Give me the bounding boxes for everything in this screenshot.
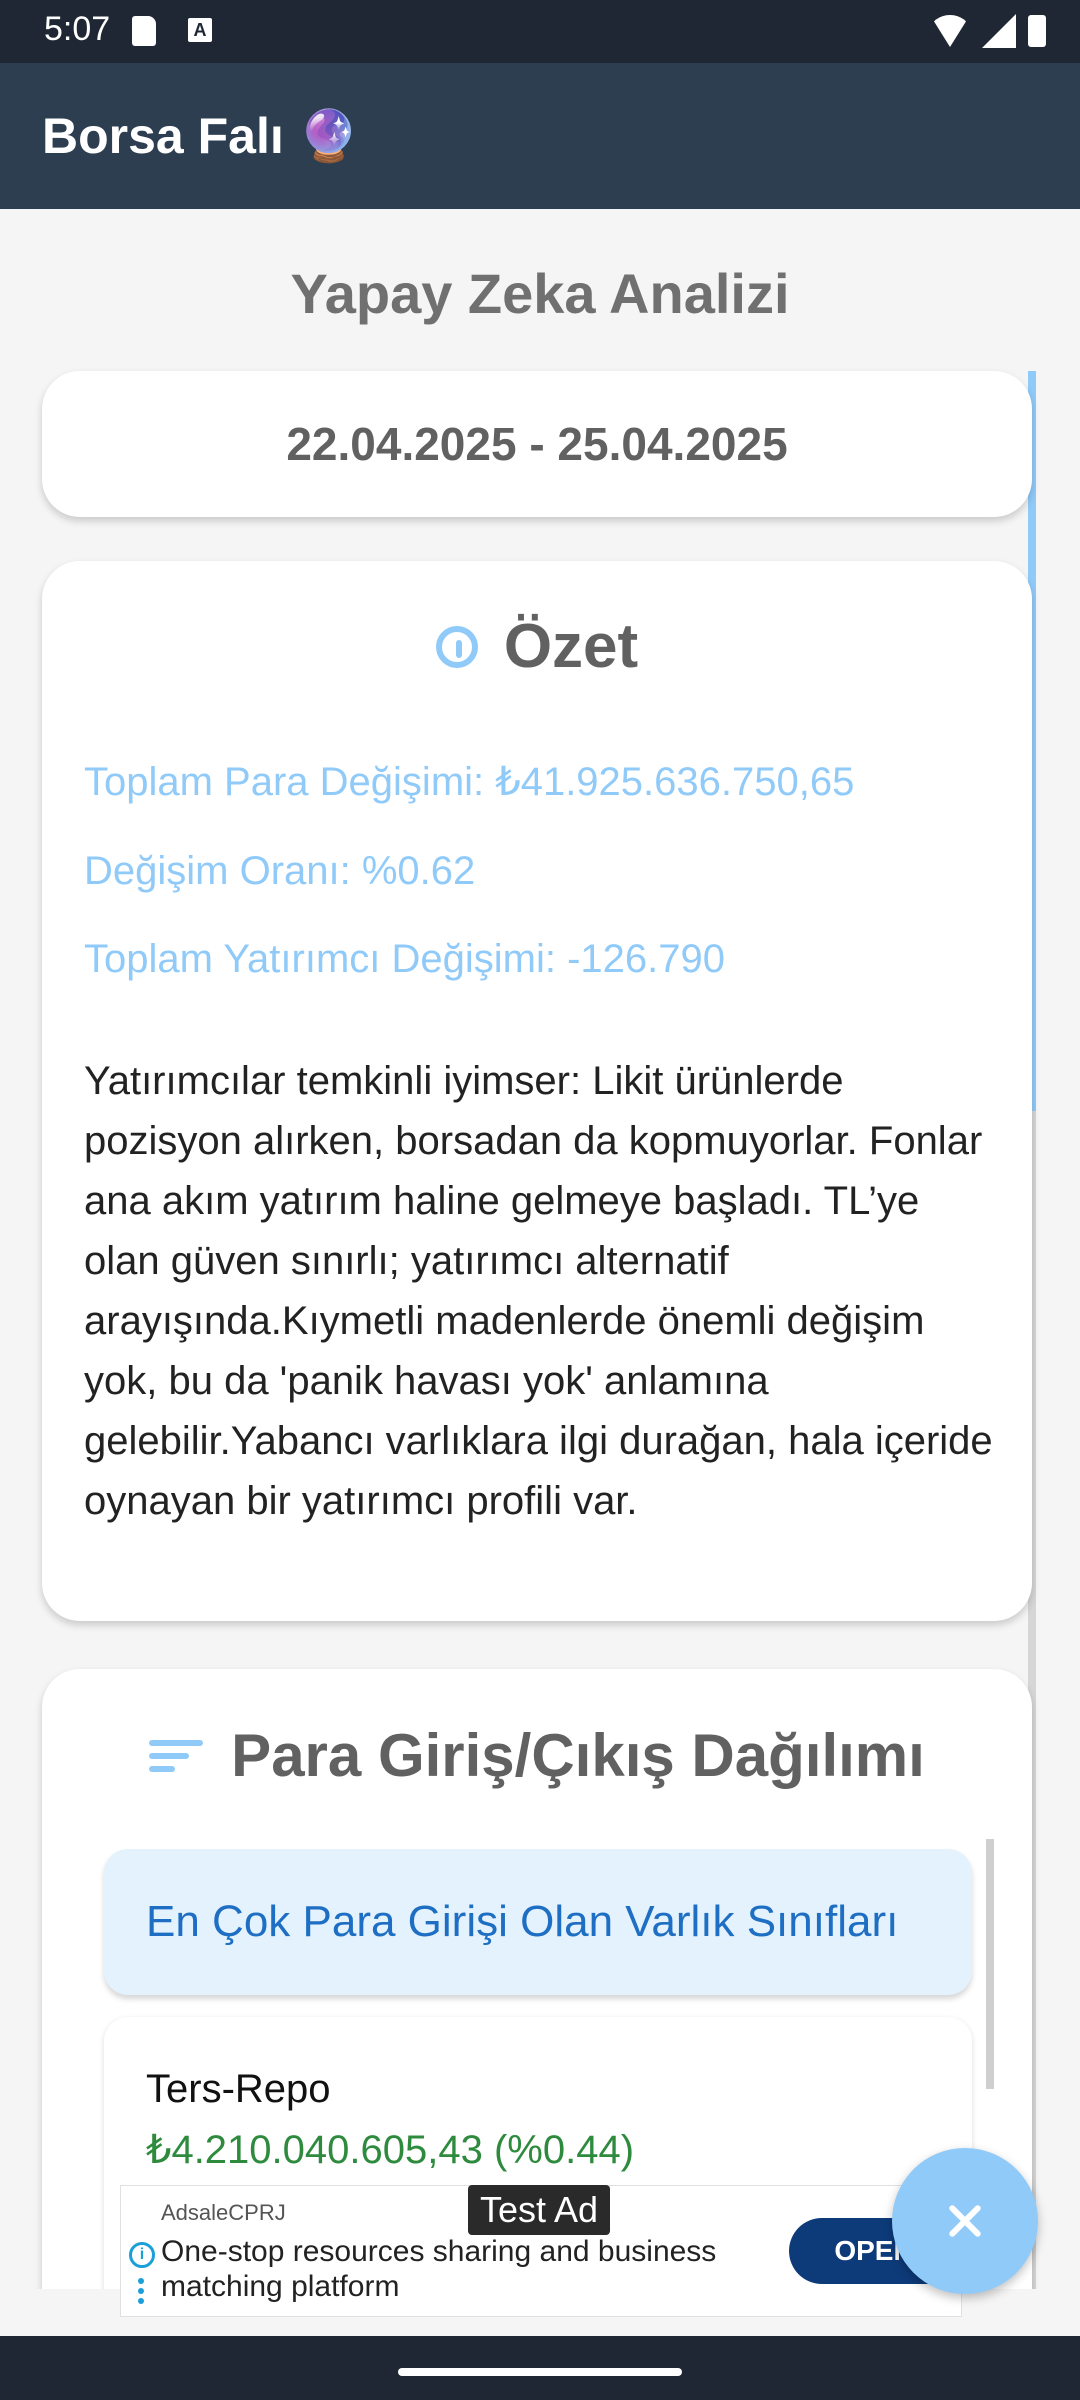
summary-title: Özet <box>503 612 639 681</box>
status-icons <box>930 14 1046 48</box>
main-content[interactable]: Yapay Zeka Analizi 22.04.2025 - 25.04.20… <box>0 209 1080 2289</box>
info-icon <box>435 625 478 668</box>
a-badge-icon: A <box>188 18 212 42</box>
total-money-change: Toplam Para Değişimi: ₺41.925.636.750,65 <box>84 760 855 804</box>
ad-more-icon[interactable] <box>138 2278 144 2304</box>
inner-scrollbar[interactable] <box>986 1839 994 2089</box>
sd-card-icon <box>132 16 156 46</box>
summary-header: Özet <box>42 611 1032 682</box>
asset-value: ₺4.210.040.605,43 (%0.44) <box>146 2128 635 2172</box>
date-range-card: 22.04.2025 - 25.04.2025 <box>42 371 1032 517</box>
sort-icon <box>149 1739 204 1772</box>
app-bar: Borsa Falı 🔮 <box>0 63 1080 209</box>
battery-icon <box>1028 15 1046 47</box>
close-fab-button[interactable] <box>892 2148 1038 2294</box>
wifi-icon <box>930 15 970 47</box>
asset-name: Ters-Repo <box>146 2067 331 2111</box>
signal-icon <box>982 14 1016 48</box>
status-time: 5:07 <box>44 10 111 48</box>
page-title: Yapay Zeka Analizi <box>290 262 790 325</box>
date-range-text: 22.04.2025 - 25.04.2025 <box>286 418 788 470</box>
ad-info-icon[interactable]: i <box>129 2242 155 2268</box>
summary-text: Yatırımcılar temkinli iyimser: Likit ürü… <box>84 1059 993 1523</box>
ad-source: AdsaleCPRJ <box>161 2200 286 2225</box>
summary-card: Özet Toplam Para Değişimi: ₺41.925.636.7… <box>42 561 1032 1621</box>
test-ad-label: Test Ad <box>468 2185 610 2235</box>
top-inflow-tab-label: En Çok Para Girişi Olan Varlık Sınıfları <box>146 1897 899 1946</box>
app-title: Borsa Falı 🔮 <box>42 108 360 164</box>
money-flow-header: Para Giriş/Çıkış Dağılımı <box>42 1721 1032 1790</box>
total-investor-change: Toplam Yatırımcı Değişimi: -126.790 <box>84 937 725 981</box>
money-flow-title: Para Giriş/Çıkış Dağılımı <box>231 1722 925 1789</box>
top-inflow-tab[interactable]: En Çok Para Girişi Olan Varlık Sınıfları <box>104 1849 972 1995</box>
ad-text: One-stop resources sharing and business … <box>161 2235 717 2303</box>
home-indicator[interactable] <box>398 2368 682 2376</box>
status-bar: 5:07 A <box>0 0 1080 63</box>
change-rate: Değişim Oranı: %0.62 <box>84 849 476 893</box>
